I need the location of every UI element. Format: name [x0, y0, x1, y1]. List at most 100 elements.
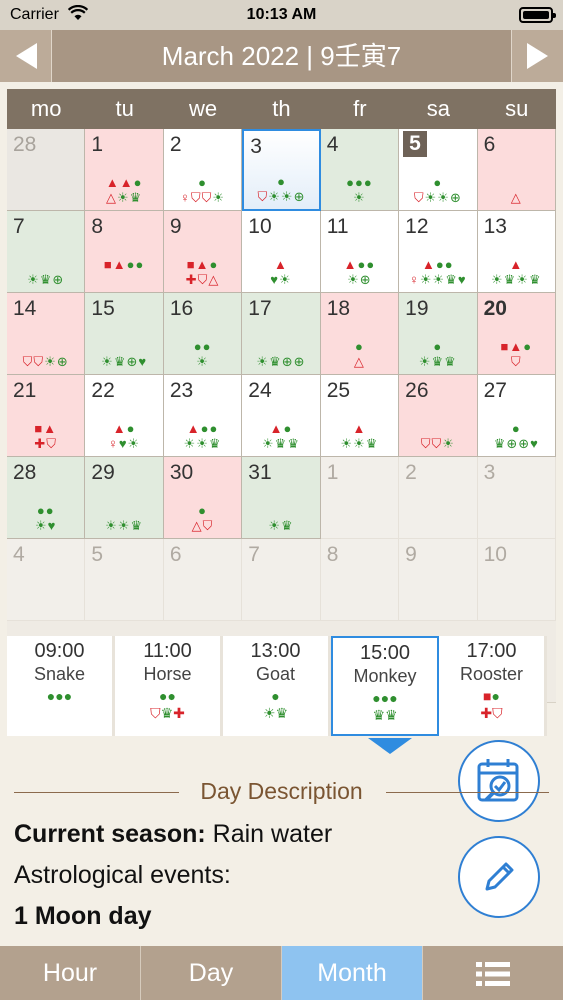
day-cell[interactable]: 2 — [399, 457, 478, 539]
day-number: 12 — [405, 215, 429, 238]
previous-month-button[interactable] — [0, 30, 52, 82]
day-symbols-top: ▲● — [269, 421, 293, 436]
day-number: 9 — [169, 215, 182, 238]
day-cell[interactable]: 8 — [320, 539, 400, 621]
day-cell[interactable]: 28 — [7, 129, 86, 211]
day-cell[interactable]: 13 ▲ ☀♛☀♛ — [477, 211, 556, 293]
day-number: 26 — [405, 379, 429, 402]
day-cell[interactable]: 19 ● ☀♛♛ — [399, 293, 478, 375]
day-cell[interactable]: 1 — [320, 457, 400, 539]
day-cell[interactable]: 4 — [7, 539, 86, 621]
day-cell[interactable]: 30 ● △⛉ — [163, 457, 243, 539]
selection-pointer-icon — [368, 738, 412, 754]
day-cell[interactable]: 11 ▲●● ☀⊕ — [320, 211, 400, 293]
day-cell[interactable]: 22 ▲● ♀♥☀ — [85, 375, 164, 457]
day-symbols-bottom: ☀♛⊕♥ — [101, 354, 148, 369]
day-cell[interactable]: 23 ▲●● ☀☀♛ — [163, 375, 243, 457]
day-symbols-top: ● — [277, 174, 286, 189]
day-number: 17 — [248, 297, 272, 320]
day-cell[interactable]: 3 ● ⛉☀☀⊕ — [242, 129, 321, 211]
day-cell[interactable]: 6 — [163, 539, 243, 621]
day-symbols-top: ●●● — [346, 175, 373, 190]
day-cell[interactable]: 7 — [242, 539, 321, 621]
day-symbols-bottom: ✚⛉△ — [185, 272, 220, 287]
day-number: 22 — [91, 379, 115, 402]
day-number: 3 — [250, 135, 262, 158]
day-number: 10 — [248, 215, 272, 238]
day-cell[interactable]: 10 ▲ ♥☀ — [242, 211, 321, 293]
day-symbols-bottom: ⛉⛉☀ — [420, 436, 455, 451]
day-number: 20 — [483, 297, 507, 320]
hour-symbols-top: ●●● — [372, 690, 398, 706]
day-symbols-bottom: ♛⊕⊕♥ — [493, 436, 539, 451]
current-season-row: Current season: Rain water — [14, 816, 444, 857]
day-cell[interactable]: 12 ▲●● ♀☀☀♛♥ — [399, 211, 478, 293]
day-cell[interactable]: 4 ●●● ☀ — [320, 129, 400, 211]
day-number: 16 — [169, 297, 194, 320]
day-cell[interactable]: 21 ■▲ ✚⛉ — [7, 375, 86, 457]
day-number: 14 — [13, 297, 37, 320]
day-cell[interactable]: 9 — [399, 539, 478, 621]
day-cell[interactable]: 16 ●● ☀ — [163, 293, 243, 375]
weekday-we: we — [188, 96, 218, 121]
day-number: 13 — [483, 215, 507, 238]
hour-strip: 09:00 Snake ●●● 11:00 Horse ●● ⛉♛✚ 13:00 Goat ● ☀♛… — [7, 636, 556, 738]
day-cell[interactable]: 14 ⛉⛉☀⊕ — [7, 293, 86, 375]
day-symbols-top: ● — [433, 339, 443, 354]
hour-slot[interactable]: 15:00 Monkey ●●● ♛♛ — [331, 636, 439, 736]
hour-slot[interactable]: 17:00 Rooster ■● ✚⛉ — [439, 636, 547, 736]
day-cell[interactable]: 20 ■▲● ⛉ — [477, 293, 556, 375]
hour-slot[interactable]: 13:00 Goat ● ☀♛ — [223, 636, 331, 736]
day-cell[interactable]: 2 ● ♀⛉⛉☀ — [163, 129, 243, 211]
day-number: 8 — [91, 215, 104, 238]
battery-icon — [519, 7, 556, 23]
hour-symbols-bottom: ♛♛ — [372, 707, 398, 723]
tab-month[interactable]: Month — [282, 946, 423, 1000]
day-symbols-top: ▲●● — [186, 421, 219, 436]
day-cell[interactable]: 10 — [477, 539, 556, 621]
day-cell[interactable]: 25 ▲ ☀☀♛ — [320, 375, 400, 457]
hour-time: 09:00 — [34, 640, 85, 662]
hour-slot[interactable]: 09:00 Snake ●●● — [7, 636, 115, 736]
next-month-button[interactable] — [511, 30, 563, 82]
day-cell[interactable]: 5 — [85, 539, 164, 621]
day-cell[interactable]: 8 ■▲●● — [85, 211, 164, 293]
day-cell[interactable]: 15 ☀♛⊕♥ — [85, 293, 164, 375]
day-cell[interactable]: 31 ☀♛ — [242, 457, 321, 539]
weekday-mo: mo — [30, 96, 62, 121]
day-symbols-top: ● — [198, 175, 207, 190]
day-symbols-bottom: ⛉☀☀⊕ — [257, 189, 306, 204]
tab-day[interactable]: Day — [141, 946, 282, 1000]
day-cell[interactable]: 26 ⛉⛉☀ — [399, 375, 478, 457]
day-number: 25 — [326, 379, 351, 402]
hour-time: 15:00 — [359, 642, 411, 664]
day-number: 27 — [483, 379, 507, 402]
day-cell[interactable]: 29 ☀☀♛ — [85, 457, 164, 539]
day-symbols-bottom: ☀ — [196, 354, 209, 369]
day-number: 2 — [169, 133, 182, 156]
tab-menu[interactable] — [423, 946, 563, 1000]
day-symbols-bottom: ⛉ — [510, 354, 522, 369]
day-cell[interactable]: 7 ☀♛⊕ — [7, 211, 86, 293]
day-number: 2 — [405, 461, 417, 484]
day-cell[interactable]: 17 ☀♛⊕⊕ — [242, 293, 321, 375]
day-cell[interactable]: 1 ▲▲● △☀♛ — [85, 129, 164, 211]
day-cell[interactable]: 9 ■▲● ✚⛉△ — [163, 211, 243, 293]
day-symbols-bottom: ☀⊕ — [347, 272, 372, 287]
tab-hour[interactable]: Hour — [0, 946, 141, 1000]
day-cell[interactable]: 18 ● △ — [320, 293, 400, 375]
day-cell[interactable]: 6 △ — [477, 129, 556, 211]
hour-slot[interactable]: 11:00 Horse ●● ⛉♛✚ — [115, 636, 223, 736]
edit-note-button[interactable] — [458, 836, 540, 918]
day-cell[interactable]: 24 ▲● ☀♛♛ — [242, 375, 321, 457]
hour-animal: Goat — [255, 664, 296, 684]
day-symbols-top: ● — [198, 503, 207, 518]
day-cell[interactable]: 27 ● ♛⊕⊕♥ — [477, 375, 556, 457]
day-symbols-bottom: ☀♛♛ — [418, 354, 457, 369]
day-description: Current season: Rain water Astrological … — [14, 816, 444, 939]
calendar-grid: 28 1 ▲▲● △☀♛ 2 ● ♀⛉⛉☀ 3 ● ⛉☀☀⊕ 4 ●●● ☀ 5 ● ⛉☀☀⊕ 6 △ 7 ☀♛⊕ 8 ■… — [7, 129, 556, 621]
day-cell[interactable]: 5 ● ⛉☀☀⊕ — [399, 129, 478, 211]
day-cell[interactable]: 28 ●● ☀♥ — [7, 457, 86, 539]
day-symbols-bottom: △ — [353, 354, 365, 369]
day-cell[interactable]: 3 — [477, 457, 556, 539]
